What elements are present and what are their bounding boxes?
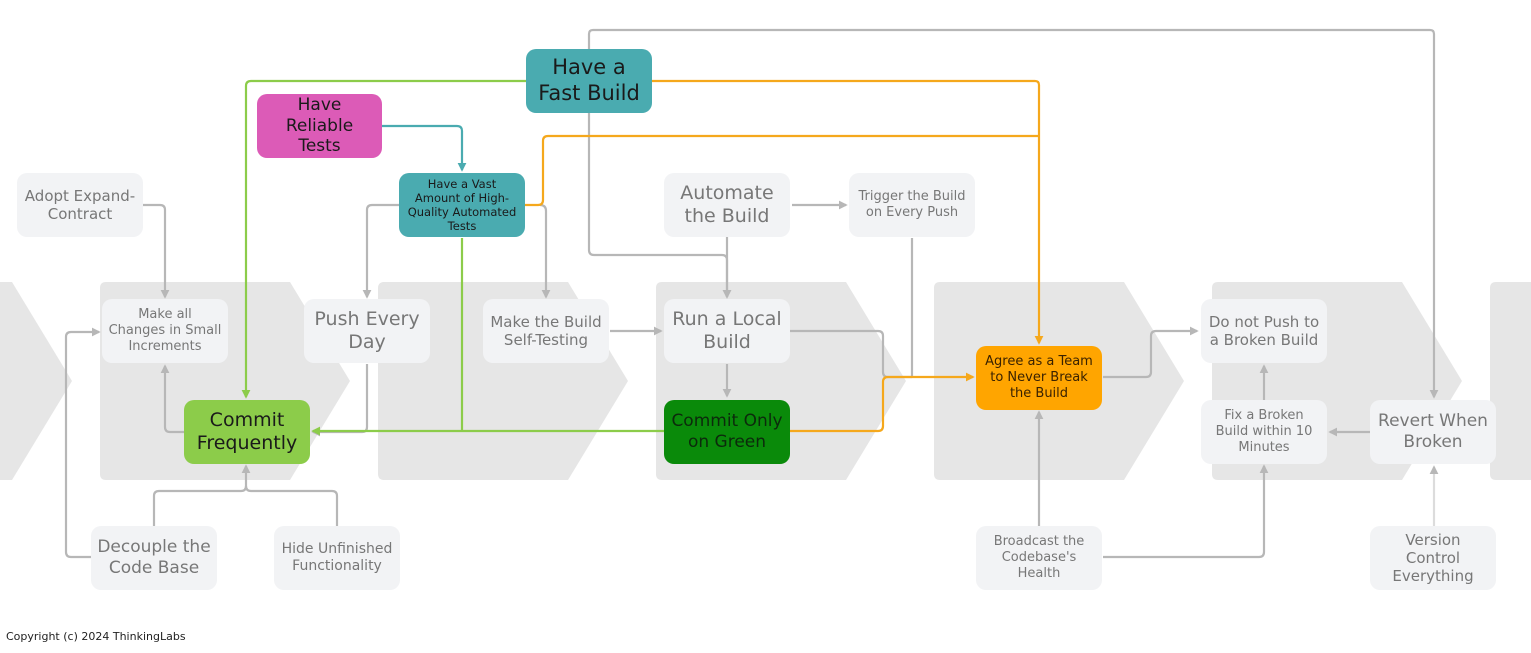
node-label: Run a Local Build (672, 307, 782, 353)
node-label: Broadcast the Codebase's Health (993, 534, 1085, 581)
node-label: Have a Fast Build (538, 55, 640, 105)
node-agree-never-break[interactable]: Agree as a Team to Never Break the Build (976, 346, 1102, 410)
node-label: Commit Frequently (196, 408, 298, 454)
node-label: Automate the Build (680, 181, 774, 227)
node-label: Make the Build Self-Testing (490, 312, 602, 349)
node-label: Trigger the Build on Every Push (858, 189, 966, 220)
node-make-build-self-testing[interactable]: Make the Build Self-Testing (483, 299, 609, 363)
edge-hide-commit (244, 485, 339, 526)
node-commit-frequently[interactable]: Commit Frequently (184, 400, 310, 464)
node-label: Do not Push to a Broken Build (1208, 312, 1320, 349)
node-push-every-day[interactable]: Push Every Day (304, 299, 430, 363)
node-decouple-code-base[interactable]: Decouple the Code Base (91, 526, 217, 590)
node-label: Decouple the Code Base (97, 537, 211, 578)
node-do-not-push-broken[interactable]: Do not Push to a Broken Build (1201, 299, 1327, 363)
node-label: Push Every Day (314, 307, 420, 353)
node-revert-when-broken[interactable]: Revert When Broken (1370, 400, 1496, 464)
node-label: Hide Unfinished Functionality (281, 540, 393, 574)
node-fix-broken-build[interactable]: Fix a Broken Build within 10 Minutes (1201, 400, 1327, 464)
node-label: Revert When Broken (1378, 411, 1488, 452)
node-adopt-expand-contract[interactable]: Adopt Expand-Contract (17, 173, 143, 237)
node-label: Agree as a Team to Never Break the Build (985, 354, 1093, 401)
node-label: Have Reliable Tests (285, 94, 354, 157)
node-label: Have a Vast Amount of High-Quality Autom… (407, 176, 517, 234)
node-trigger-build[interactable]: Trigger the Build on Every Push (849, 173, 975, 237)
node-hide-unfinished[interactable]: Hide Unfinished Functionality (274, 526, 400, 590)
node-commit-only-on-green[interactable]: Commit Only on Green (664, 400, 790, 464)
node-label: Fix a Broken Build within 10 Minutes (1215, 408, 1313, 455)
node-label: Make all Changes in Small Increments (108, 307, 222, 354)
node-label: Commit Only on Green (671, 411, 783, 452)
node-have-fast-build[interactable]: Have a Fast Build (526, 49, 652, 113)
node-label: Adopt Expand-Contract (24, 186, 136, 223)
stage-band-6 (1490, 282, 1531, 480)
edge-decouple-increments (64, 327, 101, 559)
diagram-canvas: Have a Fast Build Have Reliable Tests Ha… (0, 0, 1531, 653)
node-automate-build[interactable]: Automate the Build (664, 173, 790, 237)
node-vast-tests[interactable]: Have a Vast Amount of High-Quality Autom… (399, 173, 525, 237)
stage-band-0 (0, 282, 72, 480)
node-have-reliable-tests[interactable]: Have Reliable Tests (257, 94, 382, 158)
node-broadcast-health[interactable]: Broadcast the Codebase's Health (976, 526, 1102, 590)
node-label: Version Control Everything (1392, 530, 1474, 586)
node-small-increments[interactable]: Make all Changes in Small Increments (102, 299, 228, 363)
copyright-notice: Copyright (c) 2024 ThinkingLabs (6, 630, 186, 643)
node-run-local-build[interactable]: Run a Local Build (664, 299, 790, 363)
edge-reliable-vast (382, 124, 467, 172)
node-version-control-everything[interactable]: Version Control Everything (1370, 526, 1496, 590)
